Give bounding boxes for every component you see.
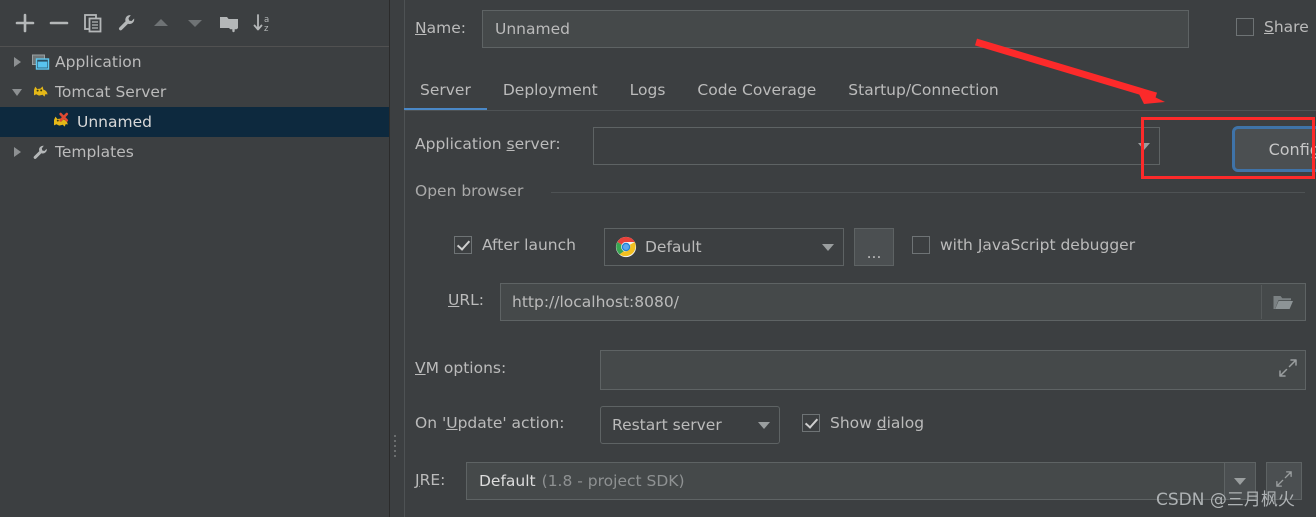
configurations-toolbar: a z [0,0,389,46]
configurations-tree[interactable]: Application Tomcat Server Unnamed Templa… [0,46,389,517]
after-launch-label: After launch [482,236,576,254]
caret-down-icon [1234,477,1246,485]
js-debugger-checkbox-box[interactable] [912,236,930,254]
folder-add-icon[interactable] [212,6,246,40]
svg-text:z: z [264,24,269,34]
tree-node-application[interactable]: Application [0,47,389,77]
browse-browser-button[interactable]: ... [854,228,894,266]
tree-node-label: Unnamed [77,113,152,131]
url-label: URL: [448,291,484,309]
expand-icon [1276,471,1292,491]
vm-options-label: VM options: [415,359,507,377]
chevron-down-icon[interactable] [813,243,843,251]
configure-button[interactable]: Configure... [1232,126,1316,172]
after-launch-checkbox[interactable]: After launch [454,236,576,254]
configure-button-label: Configure... [1268,139,1316,159]
application-server-label: Application server: [415,135,561,153]
after-launch-checkbox-box[interactable] [454,236,472,254]
tab-label: Server [420,81,471,99]
share-checkbox-box[interactable] [1236,18,1254,36]
tab-logs[interactable]: Logs [614,72,682,108]
copy-button[interactable] [76,6,110,40]
configurations-sidebar: a z Application Tomcat Server Unnamed Te… [0,0,389,517]
remove-button[interactable] [42,6,76,40]
expand-icon[interactable] [1279,359,1297,381]
tab-deployment[interactable]: Deployment [487,72,614,108]
tree-node-label: Templates [55,143,134,161]
tab-code-coverage[interactable]: Code Coverage [681,72,832,108]
run-debug-configurations-dialog: a z Application Tomcat Server Unnamed Te… [0,0,1316,517]
tree-node-label: Application [55,53,142,71]
group-divider [551,192,1305,193]
name-label-mnemonic: N [415,19,427,37]
tree-node-label: Tomcat Server [55,83,167,101]
configuration-tabs[interactable]: Server Deployment Logs Code Coverage Sta… [404,72,1316,111]
sort-az-icon[interactable]: a z [246,6,280,40]
tab-label: Deployment [502,81,598,99]
configuration-editor-pane: Name: Unnamed Share Server Deployment Lo… [404,0,1316,517]
folder-open-icon[interactable] [1261,285,1304,319]
splitter-grip-icon [394,435,397,461]
server-tab-content: Application server: Configure... Open br… [404,118,1316,517]
application-icon [28,53,52,72]
arrow-down-icon[interactable] [178,6,212,40]
jre-input[interactable]: Default (1.8 - project SDK) [466,462,1240,500]
arrow-up-icon[interactable] [144,6,178,40]
tomcat-icon [28,83,52,102]
on-update-action-dropdown[interactable]: Restart server [600,406,780,444]
tab-label: Logs [629,81,666,99]
open-browser-group-title: Open browser [415,182,532,200]
tab-server[interactable]: Server [404,72,487,111]
name-input-value: Unnamed [495,20,570,38]
expand-arrow-collapsed-icon[interactable] [6,145,28,159]
vm-options-input[interactable] [600,350,1306,390]
name-label-rest: ame: [426,19,466,37]
tab-startup-connection[interactable]: Startup/Connection [832,72,1014,108]
tree-node-tomcat-server[interactable]: Tomcat Server [0,77,389,107]
tomcat-error-icon [50,112,74,132]
browser-dropdown[interactable]: Default [604,228,844,266]
tree-node-unnamed[interactable]: Unnamed [0,107,389,137]
name-input[interactable]: Unnamed [482,10,1189,48]
add-button[interactable] [8,6,42,40]
expand-arrow-collapsed-icon[interactable] [6,55,28,69]
jre-value: Default [479,472,536,490]
tab-label: Startup/Connection [848,81,999,99]
on-update-action-label: On 'Update' action: [415,414,565,432]
js-debugger-label: with JavaScript debugger [940,236,1136,254]
on-update-action-value: Restart server [612,416,722,434]
expand-arrow-expanded-icon[interactable] [6,85,28,99]
tree-node-templates[interactable]: Templates [0,137,389,167]
url-input-value: http://localhost:8080/ [512,293,679,311]
show-dialog-checkbox[interactable]: Show dialog [802,414,924,432]
share-checkbox[interactable]: Share [1236,18,1309,36]
chrome-icon [615,236,637,258]
jre-expand-button[interactable] [1266,462,1302,500]
wrench-icon[interactable] [110,6,144,40]
share-checkbox-label: Share [1264,18,1309,36]
jre-label: JRE: [415,471,446,489]
name-label: Name: [415,19,466,37]
jre-value-detail: (1.8 - project SDK) [541,472,685,490]
js-debugger-checkbox[interactable]: with JavaScript debugger [912,236,1135,254]
tab-label: Code Coverage [697,81,817,99]
jre-dropdown-button[interactable] [1224,462,1256,500]
show-dialog-label: Show dialog [830,414,925,432]
tabs-divider [404,110,1316,111]
url-input[interactable]: http://localhost:8080/ [500,283,1306,321]
chevron-down-icon[interactable] [1129,142,1159,150]
sidebar-splitter[interactable] [389,0,405,517]
browser-value: Default [645,238,702,256]
wrench-icon [28,143,52,162]
show-dialog-checkbox-box[interactable] [802,414,820,432]
chevron-down-icon[interactable] [749,421,779,429]
browse-button-label: ... [866,244,882,262]
name-row: Name: Unnamed Share [404,10,1316,48]
application-server-dropdown[interactable] [593,127,1160,165]
